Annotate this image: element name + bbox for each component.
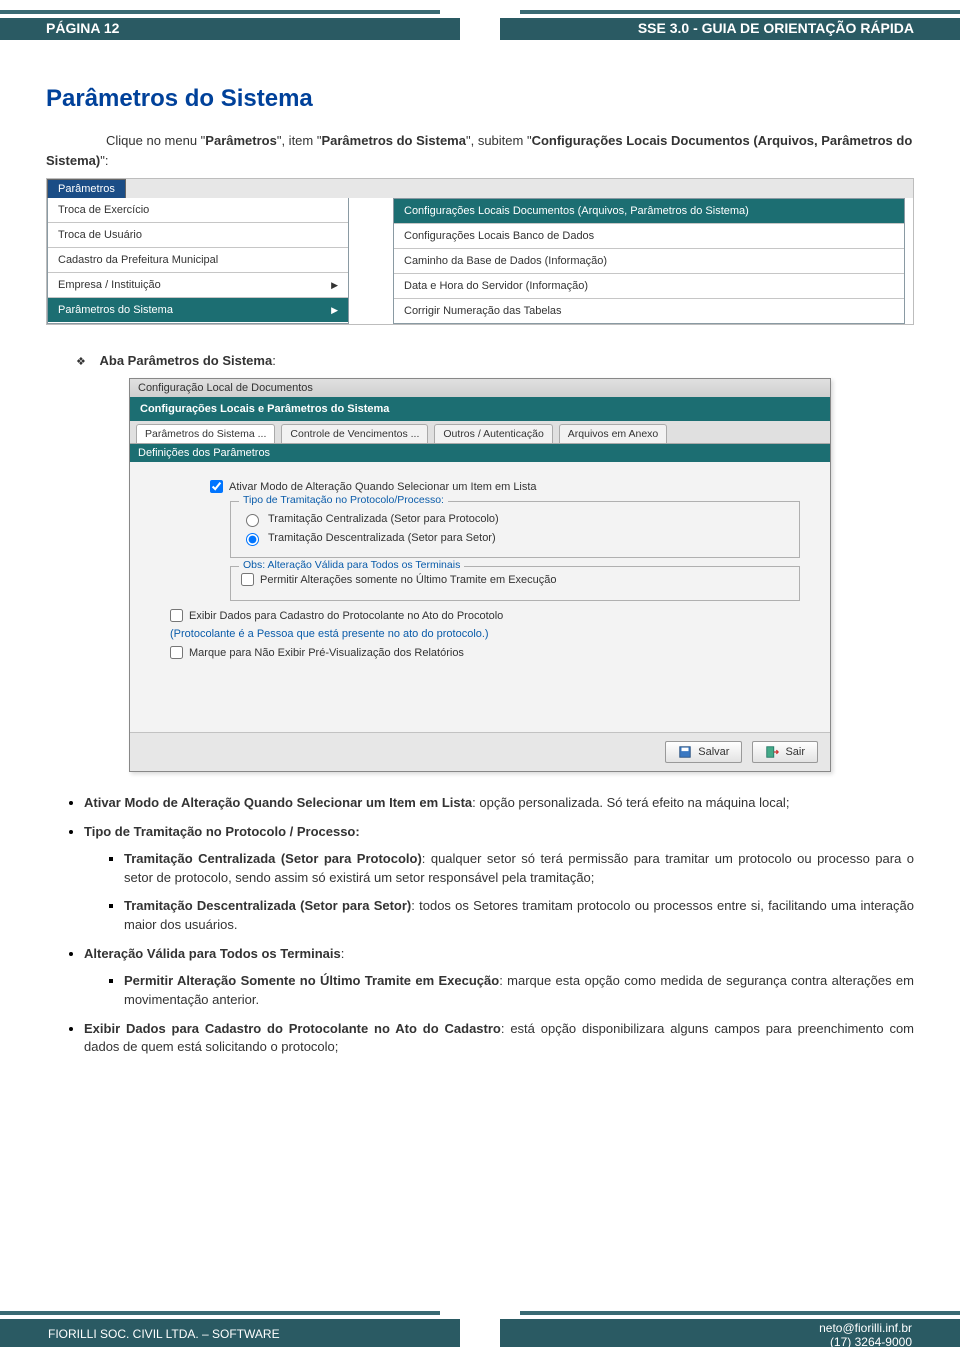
- group-tipo-tramitacao: Tipo de Tramitação no Protocolo/Processo…: [230, 501, 800, 558]
- dialog-header: Configurações Locais e Parâmetros do Sis…: [130, 397, 830, 421]
- chevron-right-icon: ▶: [331, 305, 338, 316]
- intro-paragraph: Clique no menu "Parâmetros", item "Parâm…: [46, 131, 914, 170]
- chk-label: Exibir Dados para Cadastro do Protocolan…: [189, 610, 503, 622]
- checkbox-row[interactable]: Permitir Alterações somente no Último Tr…: [241, 573, 789, 586]
- chk-nao-exibir-previz[interactable]: [170, 646, 183, 659]
- submenu-item[interactable]: Caminho da Base de Dados (Informação): [394, 249, 904, 274]
- submenu-item[interactable]: Data e Hora do Servidor (Informação): [394, 274, 904, 299]
- menu-left-panel: Troca de Exercício Troca de Usuário Cada…: [47, 198, 349, 324]
- menu-screenshot: Parâmetros Troca de Exercício Troca de U…: [46, 178, 914, 325]
- list-item: Permitir Alteração Somente no Último Tra…: [124, 972, 914, 1010]
- checkbox-row[interactable]: Ativar Modo de Alteração Quando Selecion…: [210, 480, 800, 493]
- chevron-right-icon: ▶: [331, 280, 338, 291]
- radio-label: Tramitação Descentralizada (Setor para S…: [268, 532, 496, 544]
- dialog-titlebar: Configuração Local de Documentos: [130, 379, 830, 397]
- chk-label: Ativar Modo de Alteração Quando Selecion…: [229, 481, 537, 493]
- submenu-panel: Configurações Locais Documentos (Arquivo…: [393, 198, 905, 324]
- radio-row[interactable]: Tramitação Descentralizada (Setor para S…: [241, 530, 789, 546]
- footer-right: neto@fiorilli.inf.br (17) 3264-9000: [819, 1321, 912, 1350]
- dialog-subheader: Definições dos Parâmetros: [130, 444, 830, 462]
- group-legend: Tipo de Tramitação no Protocolo/Processo…: [239, 494, 448, 506]
- menu-tab-parametros[interactable]: Parâmetros: [47, 179, 126, 198]
- tab-parametros[interactable]: Parâmetros do Sistema ...: [136, 424, 275, 443]
- save-button[interactable]: Salvar: [665, 741, 742, 763]
- radio-centralizada[interactable]: [246, 514, 259, 527]
- radio-row[interactable]: Tramitação Centralizada (Setor para Prot…: [241, 511, 789, 527]
- dialog-tabs: Parâmetros do Sistema ... Controle de Ve…: [130, 421, 830, 444]
- menu-item-selected[interactable]: Parâmetros do Sistema▶: [48, 298, 348, 322]
- menu-item[interactable]: Troca de Usuário: [48, 223, 348, 248]
- button-label: Sair: [785, 746, 805, 758]
- section-title: Parâmetros do Sistema: [46, 85, 914, 113]
- chk-exibir-dados[interactable]: [170, 609, 183, 622]
- list-item: Ativar Modo de Alteração Quando Selecion…: [84, 794, 914, 813]
- lower-text: Ativar Modo de Alteração Quando Selecion…: [46, 794, 914, 1057]
- list-item: Tipo de Tramitação no Protocolo / Proces…: [84, 823, 914, 935]
- menu-item[interactable]: Empresa / Instituição▶: [48, 273, 348, 298]
- list-item: Alteração Válida para Todos os Terminais…: [84, 945, 914, 1010]
- tab-arquivos[interactable]: Arquivos em Anexo: [559, 424, 667, 443]
- list-item: Exibir Dados para Cadastro do Protocolan…: [84, 1020, 914, 1058]
- list-item: Tramitação Centralizada (Setor para Prot…: [124, 850, 914, 888]
- chk-ativar-modo[interactable]: [210, 480, 223, 493]
- page-number: PÁGINA 12: [46, 20, 119, 36]
- submenu-item[interactable]: Configurações Locais Banco de Dados: [394, 224, 904, 249]
- submenu-item[interactable]: Corrigir Numeração das Tabelas: [394, 299, 904, 323]
- footer-left: FIORILLI SOC. CIVIL LTDA. – SOFTWARE: [48, 1327, 280, 1341]
- menu-item[interactable]: Cadastro da Prefeitura Municipal: [48, 248, 348, 273]
- chk-label: Marque para Não Exibir Pré-Visualização …: [189, 647, 464, 659]
- checkbox-row[interactable]: Exibir Dados para Cadastro do Protocolan…: [170, 609, 800, 622]
- aba-heading: Aba Parâmetros do Sistema:: [76, 353, 914, 368]
- group-legend: Obs: Alteração Válida para Todos os Term…: [239, 559, 464, 571]
- menu-item[interactable]: Troca de Exercício: [48, 198, 348, 223]
- page-header: PÁGINA 12 SSE 3.0 - GUIA DE ORIENTAÇÃO R…: [0, 0, 960, 60]
- group-obs: Obs: Alteração Válida para Todos os Term…: [230, 566, 800, 601]
- submenu-item-selected[interactable]: Configurações Locais Documentos (Arquivo…: [394, 199, 904, 224]
- tab-outros[interactable]: Outros / Autenticação: [434, 424, 552, 443]
- note-text: (Protocolante é a Pessoa que está presen…: [170, 628, 800, 640]
- tab-vencimentos[interactable]: Controle de Vencimentos ...: [281, 424, 428, 443]
- radio-descentralizada[interactable]: [246, 533, 259, 546]
- list-item: Tramitação Descentralizada (Setor para S…: [124, 897, 914, 935]
- exit-icon: [765, 745, 779, 759]
- page-footer: FIORILLI SOC. CIVIL LTDA. – SOFTWARE net…: [0, 1307, 960, 1359]
- radio-label: Tramitação Centralizada (Setor para Prot…: [268, 513, 499, 525]
- exit-button[interactable]: Sair: [752, 741, 818, 763]
- save-icon: [678, 745, 692, 759]
- dialog-screenshot: Configuração Local de Documentos Configu…: [129, 378, 831, 772]
- button-label: Salvar: [698, 746, 729, 758]
- chk-label: Permitir Alterações somente no Último Tr…: [260, 574, 557, 586]
- checkbox-row[interactable]: Marque para Não Exibir Pré-Visualização …: [170, 646, 800, 659]
- page-title: SSE 3.0 - GUIA DE ORIENTAÇÃO RÁPIDA: [638, 20, 914, 36]
- chk-permitir-alteracoes[interactable]: [241, 573, 254, 586]
